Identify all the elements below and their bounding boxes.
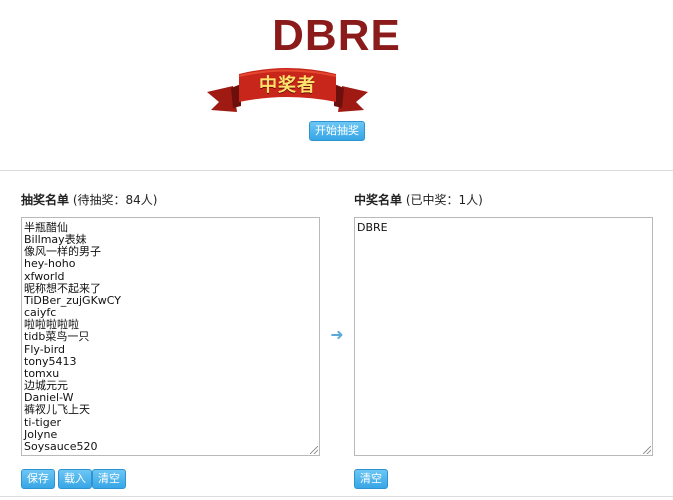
resize-grip-icon[interactable] <box>643 446 651 454</box>
candidate-list-title: 抽奖名单 (待抽奖：84人) <box>21 192 157 208</box>
candidate-list-title-label: 抽奖名单 <box>21 193 70 207</box>
list-item: xfworld <box>24 269 65 283</box>
list-item: DBRE <box>357 221 388 234</box>
candidate-count: (待抽奖：84人) <box>72 193 158 207</box>
load-button[interactable]: 载入 <box>58 469 92 489</box>
resize-grip-icon[interactable] <box>310 446 318 454</box>
list-item: TiDBer_zujGKwCY <box>24 293 121 307</box>
clear-candidates-button[interactable]: 清空 <box>92 469 126 489</box>
clear-winners-button[interactable]: 清空 <box>354 469 388 489</box>
winner-list-title: 中奖名单 (已中奖：1人) <box>354 192 483 208</box>
list-item: tony5413 <box>24 354 77 368</box>
current-winner-name: DBRE <box>272 11 401 60</box>
list-item: hey-hoho <box>24 257 76 271</box>
arrow-right-icon: ➜ <box>330 327 344 344</box>
list-item: ti-tiger <box>24 415 61 429</box>
top-divider <box>0 170 673 171</box>
start-draw-button[interactable]: 开始抽奖 <box>309 121 365 141</box>
list-item: Jolyne <box>24 427 58 441</box>
list-item: tidb菜鸟一只 <box>24 330 90 344</box>
candidate-list-textarea[interactable]: 半瓶醋仙 Billmay表妹 像风一样的男子 hey-hoho xfworld … <box>21 217 320 456</box>
bottom-divider <box>0 496 673 497</box>
list-item: Soysauce520 <box>24 439 98 453</box>
ribbon-label: 中奖者 <box>259 75 316 96</box>
list-item: Fly-bird <box>24 342 66 356</box>
winner-list-textarea[interactable]: DBRE <box>354 217 653 456</box>
winner-count: (已中奖：1人) <box>405 193 483 207</box>
save-button[interactable]: 保存 <box>21 469 55 489</box>
list-item: 裤衩儿飞上天 <box>24 403 90 417</box>
winner-list-title-label: 中奖名单 <box>354 193 403 207</box>
